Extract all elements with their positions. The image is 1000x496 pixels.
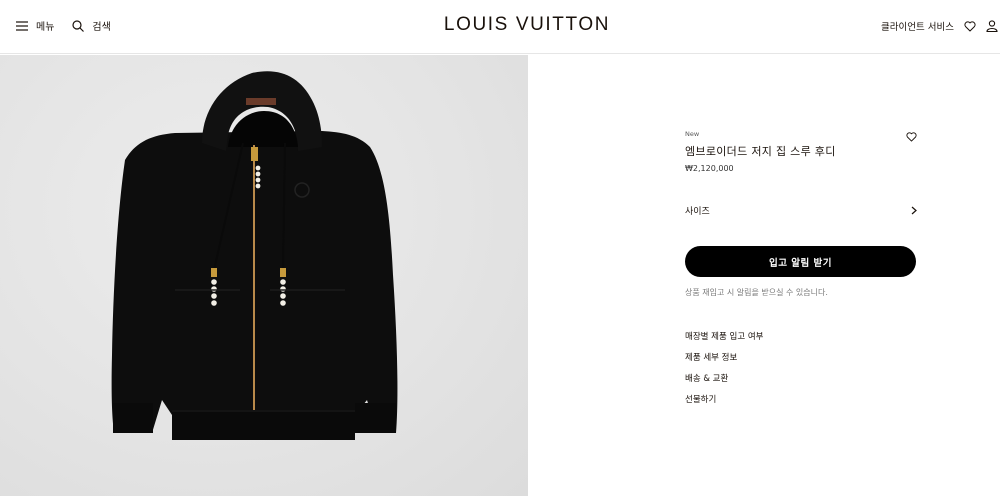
product-price: ₩2,120,000 — [685, 164, 734, 173]
header-right: 클라이언트 서비스 — [881, 19, 1000, 33]
hamburger-menu-icon — [16, 20, 28, 31]
menu-label: 메뉴 — [36, 22, 55, 33]
menu-button[interactable]: 메뉴 — [16, 18, 54, 33]
product-image[interactable] — [0, 55, 528, 496]
product-info: New 엠브로이더드 저지 집 스루 후디 ₩2,120,000 — [685, 130, 917, 173]
product-details-link[interactable]: 제품 세부 정보 — [685, 352, 764, 373]
search-label: 검색 — [92, 22, 111, 33]
search-icon — [72, 19, 85, 32]
search-button[interactable]: 검색 — [72, 18, 111, 33]
notify-restock-button[interactable]: 입고 알림 받기 — [685, 246, 916, 277]
brand-logo-container: LOUIS VUITTON — [0, 14, 1000, 36]
notify-note: 상품 재입고 시 알림을 받으실 수 있습니다. — [685, 288, 828, 297]
account-icon[interactable] — [986, 20, 998, 32]
new-badge: New — [685, 130, 700, 138]
gift-link[interactable]: 선물하기 — [685, 394, 764, 415]
wishlist-heart-icon[interactable] — [964, 20, 976, 32]
product-title: 엠브로이더드 저지 집 스루 후디 — [685, 145, 836, 158]
client-service-link[interactable]: 클라이언트 서비스 — [881, 19, 954, 33]
product-links: 매장별 제품 입고 여부 제품 세부 정보 배송 & 교환 선물하기 — [685, 331, 764, 415]
brand-logo[interactable]: LOUIS VUITTON — [444, 14, 610, 35]
site-header: 메뉴 검색 LOUIS VUITTON 클라이언트 서비스 — [0, 0, 1000, 54]
hoodie-illustration — [111, 71, 398, 440]
add-to-wishlist-heart-icon[interactable] — [906, 132, 917, 142]
shipping-returns-link[interactable]: 배송 & 교환 — [685, 373, 764, 394]
store-availability-link[interactable]: 매장별 제품 입고 여부 — [685, 331, 764, 352]
size-label: 사이즈 — [685, 206, 710, 217]
size-selector[interactable]: 사이즈 — [685, 202, 917, 218]
chevron-right-icon — [911, 206, 917, 214]
header-left: 메뉴 검색 — [16, 18, 111, 33]
